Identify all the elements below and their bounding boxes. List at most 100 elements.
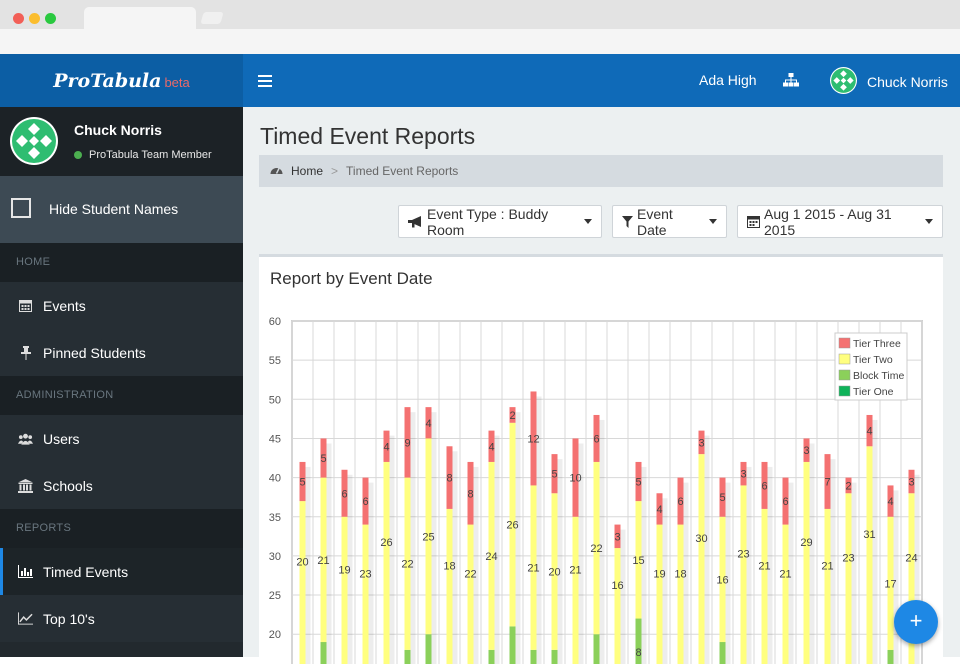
data-label: 30 bbox=[695, 533, 707, 545]
data-label: 3 bbox=[803, 445, 809, 457]
event-type-dropdown[interactable]: Event Type : Buddy Room bbox=[398, 205, 602, 238]
data-label: 3 bbox=[698, 437, 704, 449]
sidebar-item-timed-events[interactable]: Timed Events bbox=[0, 548, 243, 595]
sidebar-item-top-10s[interactable]: Top 10's bbox=[0, 595, 243, 642]
sidebar-item-schools[interactable]: Schools bbox=[0, 462, 243, 509]
data-label: 4 bbox=[488, 441, 494, 453]
bar-segment-tier-two bbox=[824, 508, 831, 669]
data-label: 21 bbox=[527, 563, 539, 575]
y-tick-label: 45 bbox=[269, 433, 281, 445]
data-label: 12 bbox=[527, 433, 539, 445]
breadcrumb: Home > Timed Event Reports bbox=[259, 155, 943, 187]
add-button[interactable]: + bbox=[894, 600, 938, 644]
sidebar-item-label: Top 10's bbox=[43, 610, 95, 627]
sidebar-item-label: Events bbox=[43, 297, 86, 314]
bar-chart-icon bbox=[18, 565, 33, 578]
breadcrumb-separator: > bbox=[331, 164, 339, 178]
users-icon bbox=[18, 433, 33, 445]
data-label: 18 bbox=[443, 560, 455, 572]
data-label: 3 bbox=[614, 531, 620, 543]
data-label: 21 bbox=[569, 564, 581, 576]
data-label: 26 bbox=[506, 520, 518, 532]
hide-names-checkbox[interactable] bbox=[11, 198, 31, 218]
chart-container: 20 25 30 35 40 45 50 55 60 5 20 5 21 6 19 6 23 4 26 9 22 4 25 8… bbox=[259, 302, 943, 669]
event-date-dropdown[interactable]: Event Date bbox=[612, 205, 727, 238]
event-date-label: Event Date bbox=[637, 205, 673, 238]
data-label: 4 bbox=[383, 441, 389, 453]
date-range-picker[interactable]: Aug 1 2015 - Aug 31 2015 bbox=[737, 205, 943, 238]
y-tick-label: 50 bbox=[269, 394, 281, 406]
online-status-dot bbox=[74, 151, 82, 159]
sidebar-item-pinned-students[interactable]: Pinned Students bbox=[0, 329, 243, 376]
sidebar: Chuck Norris ProTabula Team Member Hide … bbox=[0, 107, 243, 657]
close-window-button[interactable] bbox=[13, 13, 24, 24]
section-home: HOME bbox=[0, 243, 243, 282]
data-label: 17 bbox=[884, 578, 896, 590]
address-bar[interactable] bbox=[0, 29, 960, 54]
sidebar-item-label: Timed Events bbox=[43, 563, 129, 580]
bar-segment-tier-two bbox=[761, 508, 768, 669]
data-label: 29 bbox=[800, 537, 812, 549]
legend-label: Tier One bbox=[853, 386, 894, 398]
data-label: 5 bbox=[551, 469, 557, 481]
minimize-window-button[interactable] bbox=[29, 13, 40, 24]
data-label: 3 bbox=[740, 469, 746, 481]
browser-tab[interactable] bbox=[84, 7, 196, 29]
hide-names-label: Hide Student Names bbox=[49, 201, 179, 217]
profile-role-text: ProTabula Team Member bbox=[89, 149, 212, 161]
hamburger-icon[interactable] bbox=[258, 71, 272, 92]
bar-segment-block-time bbox=[593, 634, 600, 669]
breadcrumb-home-link[interactable]: Home bbox=[291, 164, 323, 178]
school-selector[interactable]: Ada High bbox=[699, 72, 757, 88]
bar-segment-tier-two bbox=[299, 501, 306, 669]
y-tick-label: 55 bbox=[269, 355, 281, 367]
dashboard-icon bbox=[270, 164, 283, 178]
legend-label: Block Time bbox=[853, 370, 905, 382]
section-reports: REPORTS bbox=[0, 509, 243, 548]
bar-segment-block-time bbox=[719, 642, 726, 669]
data-label: 21 bbox=[821, 560, 833, 572]
hide-student-names-toggle[interactable]: Hide Student Names bbox=[0, 176, 243, 243]
data-label: 31 bbox=[863, 529, 875, 541]
sidebar-item-users[interactable]: Users bbox=[0, 415, 243, 462]
bar-segment-tier-two bbox=[614, 548, 621, 669]
legend-swatch bbox=[838, 337, 851, 349]
beta-tag: beta bbox=[164, 75, 190, 90]
data-label: 6 bbox=[341, 488, 347, 500]
sidebar-item-events[interactable]: Events bbox=[0, 282, 243, 329]
bar-segment-tier-two bbox=[782, 524, 789, 669]
window-controls bbox=[13, 11, 61, 29]
maximize-window-button[interactable] bbox=[45, 13, 56, 24]
data-label: 21 bbox=[317, 555, 329, 567]
data-label: 19 bbox=[338, 564, 350, 576]
data-label: 4 bbox=[866, 426, 872, 438]
data-label: 2 bbox=[845, 480, 851, 492]
sitemap-icon[interactable] bbox=[783, 73, 799, 92]
new-tab-button[interactable] bbox=[200, 12, 224, 24]
data-label: 6 bbox=[761, 480, 767, 492]
institution-icon bbox=[18, 478, 33, 493]
bar-segment-tier-two bbox=[866, 446, 873, 669]
y-tick-label: 60 bbox=[269, 316, 281, 328]
brand-logo: ProTabula bbox=[53, 69, 162, 92]
bar-segment-tier-two bbox=[677, 524, 684, 669]
y-tick-label: 30 bbox=[269, 551, 281, 563]
data-label: 6 bbox=[782, 496, 788, 508]
top-navbar: ProTabula beta Ada High Chuck Norris bbox=[0, 54, 960, 107]
data-label: 16 bbox=[611, 580, 623, 592]
data-label: 23 bbox=[359, 568, 371, 580]
data-label: 8 bbox=[467, 488, 473, 500]
bar-segment-tier-two bbox=[803, 461, 810, 669]
brand[interactable]: ProTabula beta bbox=[0, 54, 243, 107]
data-label: 21 bbox=[779, 568, 791, 580]
data-label: 18 bbox=[674, 568, 686, 580]
data-label: 8 bbox=[635, 647, 641, 659]
user-menu[interactable]: Chuck Norris bbox=[830, 67, 948, 97]
breadcrumb-current: Timed Event Reports bbox=[346, 164, 459, 178]
data-label: 3 bbox=[908, 477, 914, 489]
calendar-icon bbox=[18, 299, 33, 312]
data-label: 23 bbox=[842, 553, 854, 565]
legend-swatch bbox=[838, 369, 851, 381]
data-label: 20 bbox=[548, 567, 560, 579]
browser-chrome bbox=[0, 0, 960, 54]
